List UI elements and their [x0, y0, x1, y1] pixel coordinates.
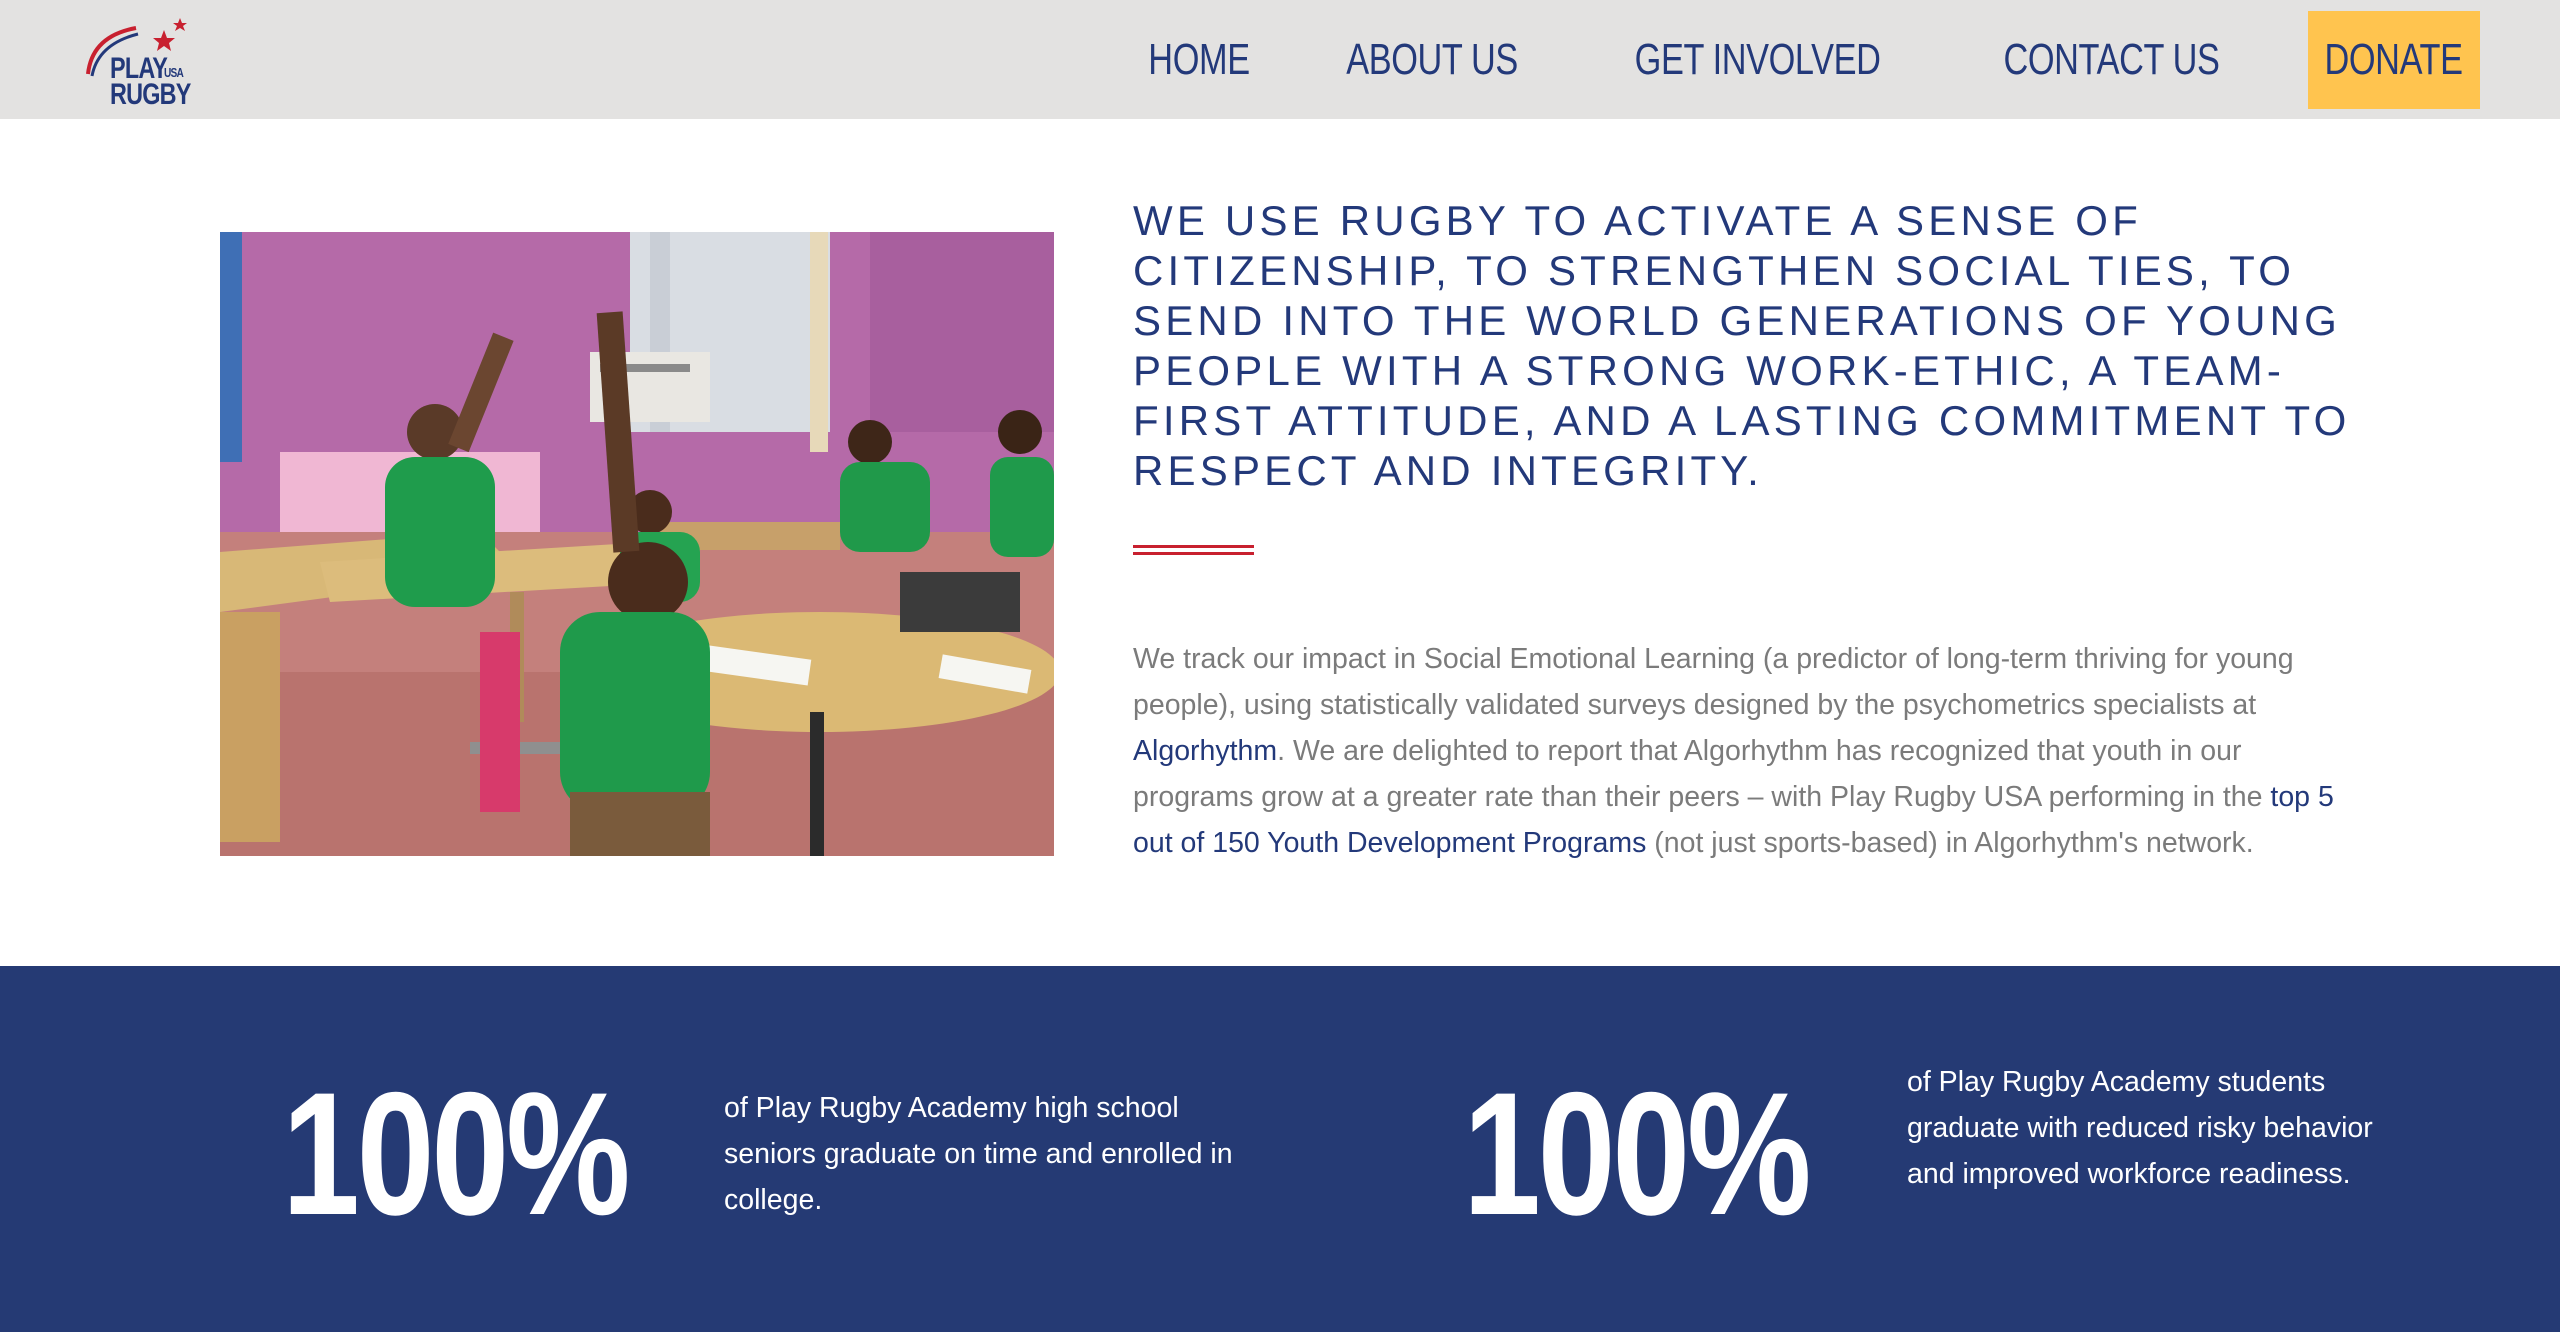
classroom-photo-image	[220, 232, 1054, 856]
algorhythm-link[interactable]: Algorhythm	[1133, 735, 1277, 767]
red-double-divider	[1133, 545, 1254, 555]
nav-get-involved[interactable]: GET INVOLVED	[1635, 35, 1881, 85]
stat-2-number: 100%	[1463, 1057, 1811, 1252]
impact-text-2: . We are delighted to report that Algorh…	[1133, 735, 2271, 813]
donate-button[interactable]: DONATE	[2308, 10, 2480, 109]
nav-home[interactable]: HOME	[1148, 35, 1250, 85]
stat-2-text: of Play Rugby Academy students graduate …	[1907, 1066, 2373, 1190]
play-rugby-usa-logo[interactable]: PLAY USA RUGBY	[82, 14, 194, 111]
mission-headline: We use rugby to activate a sense of citi…	[1133, 197, 2351, 494]
classroom-photo	[220, 232, 1054, 856]
logo-rugby-text: RUGBY	[110, 78, 191, 111]
site-header: PLAY USA RUGBY HOME ABOUT US GET INVOLVE…	[0, 0, 2560, 119]
main-nav: HOME ABOUT US GET INVOLVED CONTACT US DO…	[1134, 0, 2560, 119]
stat-1-number: 100%	[282, 1057, 630, 1252]
stat-1-text: of Play Rugby Academy high school senior…	[724, 1092, 1233, 1216]
impact-paragraph: We track our impact in Social Emotional …	[1133, 636, 2353, 866]
nav-contact-us[interactable]: CONTACT US	[2004, 35, 2220, 85]
nav-about-us[interactable]: ABOUT US	[1346, 35, 1518, 85]
impact-text-3: (not just sports-based) in Algorhythm's …	[1646, 827, 2254, 859]
divider-line-top	[1133, 545, 1254, 548]
donate-button-label: DONATE	[2324, 34, 2464, 84]
impact-text-1: We track our impact in Social Emotional …	[1133, 643, 2294, 721]
divider-line-bottom	[1133, 552, 1254, 555]
